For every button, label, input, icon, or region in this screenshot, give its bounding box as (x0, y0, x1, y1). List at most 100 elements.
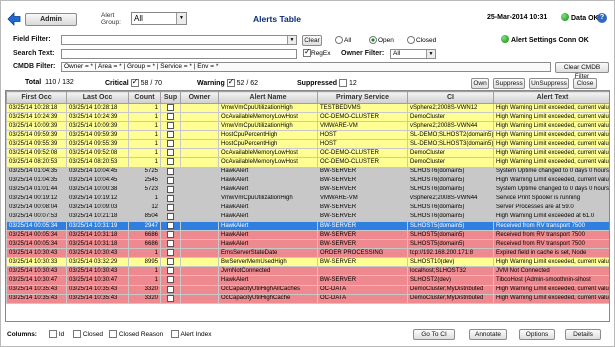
suppress-checkbox[interactable] (167, 113, 174, 121)
table-row[interactable]: 03/25/14 10:30:33 03/25/14 03:32:29 8995 Bw… (6, 257, 609, 268)
header-first-occ[interactable]: First Occ (6, 91, 67, 104)
owner-filter-select[interactable]: All ▼ (390, 49, 436, 59)
cell-primary-service: HOST (317, 139, 408, 150)
table-row[interactable]: 03/25/14 00:08:04 03/25/14 10:09:03 12 Hawk… (6, 202, 609, 213)
suppress-checkbox[interactable] (167, 258, 174, 266)
cell-alert-text: High Warning Limit exceeded, current val… (493, 284, 609, 295)
suppress-checkbox[interactable] (167, 168, 174, 175)
suppress-checkbox[interactable] (167, 267, 174, 275)
cell-ci: SLHOST5(domain5) (407, 239, 494, 250)
cell-alert-text: TibcoHost (Admin-smoothnin-slhost (493, 275, 609, 286)
cell-owner (180, 102, 219, 114)
cell-owner (180, 157, 219, 168)
header-owner[interactable]: Owner (180, 91, 219, 104)
suppress-checkbox[interactable] (167, 240, 174, 248)
clear-field-filter-button[interactable]: Clear (302, 35, 322, 46)
table-row[interactable]: 03/25/14 10:30:47 03/25/14 10:30:47 1 HawkA… (6, 275, 609, 286)
suppress-checkbox[interactable] (167, 286, 174, 293)
table-row[interactable]: 03/25/14 01:01:44 03/25/14 10:00:38 5723 Ha… (6, 184, 609, 195)
own-button[interactable]: Own (471, 78, 489, 89)
total-count: Total 110 / 132 (25, 79, 74, 86)
header-last-occ[interactable]: Last Occ (66, 91, 129, 104)
alert-group-select[interactable]: All ▼ (131, 12, 187, 25)
data-status: Data OK (561, 13, 599, 22)
suppress-checkbox[interactable] (167, 186, 174, 193)
clear-cmdb-filter-button[interactable]: Clear CMDB Filter (555, 62, 609, 80)
suppress-checkbox[interactable] (167, 140, 174, 148)
radio-open-label: Open (378, 37, 394, 44)
suppress-checkbox[interactable] (167, 204, 174, 211)
cell-primary-service: BW-SERVER (317, 239, 408, 250)
table-row[interactable]: 03/25/14 10:09:39 03/25/14 10:09:39 1 VmwVm… (6, 121, 609, 132)
table-row[interactable]: 03/25/14 10:24:39 03/25/14 10:24:39 1 OcAva… (6, 112, 609, 123)
column-closed-option[interactable]: Closed (73, 330, 103, 338)
table-row[interactable]: 03/25/14 10:30:43 03/25/14 10:30:43 1 JvmNo… (6, 266, 609, 277)
suppress-checkbox[interactable] (167, 131, 174, 139)
cell-count: 1 (128, 139, 161, 150)
back-arrow-icon[interactable] (7, 12, 21, 26)
table-row[interactable]: 03/25/14 00:07:53 03/25/14 10:21:18 8504 Ha… (6, 211, 609, 223)
table-row[interactable]: 03/25/14 09:52:08 03/25/14 09:52:08 1 OcAva… (6, 148, 609, 159)
alert-settings-status: Alert Settings Conn OK (501, 35, 589, 44)
search-text-input[interactable] (61, 49, 297, 59)
table-row[interactable]: 03/25/14 09:55:39 03/25/14 09:55:39 1 HostC… (6, 139, 609, 150)
suppress-checkbox[interactable] (167, 213, 174, 220)
column-closed-reason-option[interactable]: Closed Reason (109, 330, 163, 338)
help-icon[interactable]: ? (597, 13, 607, 23)
suppressed-checkbox[interactable] (339, 79, 348, 87)
radio-all[interactable]: All (335, 36, 351, 44)
header-alert-text[interactable]: Alert Text (493, 91, 609, 104)
column-id-option[interactable]: Id (49, 330, 64, 338)
table-row[interactable]: 03/25/14 10:30:43 03/25/14 10:30:43 1 EmsSe… (6, 248, 609, 259)
suppress-button[interactable]: Suppress (493, 78, 525, 89)
cell-last-occ: 03/25/14 10:35:43 (66, 293, 129, 304)
unsuppress-button[interactable]: UnSuppress (529, 78, 569, 89)
suppress-checkbox[interactable] (167, 158, 174, 166)
radio-closed[interactable]: Closed (407, 36, 436, 44)
header-primary-service[interactable]: Primary Service (317, 91, 408, 104)
admin-button[interactable]: Admin (25, 13, 77, 26)
details-button[interactable]: Details (565, 329, 601, 340)
close-button[interactable]: Close (573, 78, 597, 89)
table-row[interactable]: 03/25/14 01:04:35 03/25/14 10:04:45 2545 Ha… (6, 175, 609, 186)
options-button[interactable]: Options (519, 329, 555, 340)
critical-checkbox[interactable] (130, 77, 139, 87)
cmdb-filter-input[interactable]: Owner = * | Area = * | Group = * | Servi… (61, 62, 551, 72)
table-row[interactable]: 03/25/14 00:05:34 03/25/14 10:31:18 6686 Ha… (6, 239, 609, 250)
cell-sup (160, 157, 181, 168)
cell-first-occ: 03/25/14 00:05:34 (6, 221, 67, 232)
cell-count: 1 (128, 248, 161, 259)
table-row[interactable]: 03/25/14 00:05:34 03/25/14 10:31:19 2947 Ha… (6, 221, 609, 232)
suppress-checkbox[interactable] (167, 195, 174, 202)
annotate-button[interactable]: Annotate (469, 329, 507, 340)
regex-checkbox[interactable]: RegEx (303, 47, 331, 57)
suppress-checkbox[interactable] (167, 149, 174, 157)
table-row[interactable]: 03/25/14 00:19:12 03/25/14 10:19:12 1 VmwVm… (6, 193, 609, 204)
table-row[interactable]: 03/25/14 01:04:35 03/25/14 10:04:45 5725 Ha… (6, 166, 609, 177)
table-row[interactable]: 03/25/14 00:05:34 03/25/14 10:31:18 6686 Ha… (6, 230, 609, 241)
suppress-checkbox[interactable] (167, 222, 174, 230)
warning-checkbox[interactable] (226, 77, 235, 87)
suppress-checkbox[interactable] (167, 177, 174, 184)
suppress-checkbox[interactable] (167, 104, 174, 111)
header-alert-name[interactable]: Alert Name (218, 91, 318, 104)
suppress-checkbox[interactable] (167, 295, 174, 302)
go-to-ci-button[interactable]: Go To CI (413, 329, 455, 340)
field-filter-select[interactable]: ▼ (61, 35, 297, 45)
table-row[interactable]: 03/25/14 10:35:43 03/25/14 10:35:43 3320 Oc… (6, 293, 609, 304)
suppress-checkbox[interactable] (167, 249, 174, 257)
radio-open[interactable]: Open (369, 36, 394, 44)
table-row[interactable]: 03/25/14 10:35:43 03/25/14 10:35:43 3320 Oc… (6, 284, 609, 295)
table-row[interactable]: 03/25/14 10:28:18 03/25/14 10:28:18 1 VmwVm… (6, 102, 609, 114)
suppress-checkbox[interactable] (167, 122, 174, 130)
column-alert-index-option[interactable]: Alert Index (171, 330, 212, 338)
cell-primary-service: ORDER PROCESSING (317, 248, 408, 259)
header-sup[interactable]: Sup (160, 91, 181, 104)
table-row[interactable]: 03/25/14 09:59:39 03/25/14 09:59:39 1 HostC… (6, 130, 609, 141)
cell-alert-name: EmsServerStateDate (218, 248, 318, 259)
suppress-checkbox[interactable] (167, 231, 174, 239)
header-ci[interactable]: CI (407, 91, 494, 104)
suppress-checkbox[interactable] (167, 276, 174, 284)
header-count[interactable]: Count (128, 91, 161, 104)
table-row[interactable]: 03/25/14 08:20:53 03/25/14 08:20:53 1 OcAva… (6, 157, 609, 168)
